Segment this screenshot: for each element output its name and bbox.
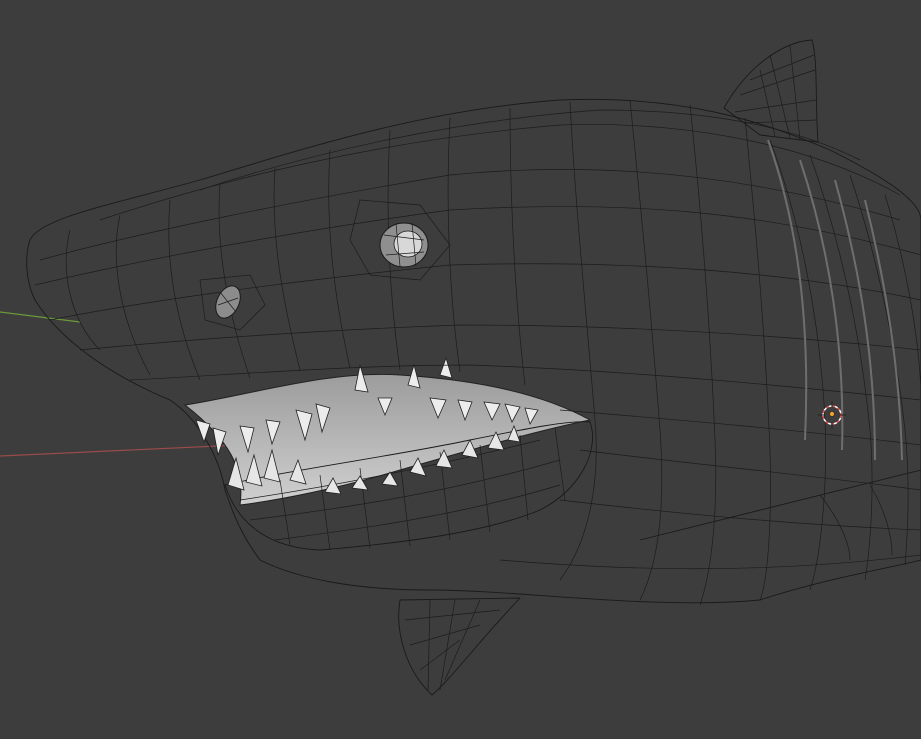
- pectoral-fin[interactable]: [398, 597, 521, 696]
- y-axis-line: [0, 311, 81, 323]
- wireframe-overlay: [34, 99, 921, 606]
- object-origin-icon: [829, 411, 835, 417]
- viewport-canvas[interactable]: [0, 0, 921, 739]
- shark-body[interactable]: [26, 98, 921, 604]
- eye[interactable]: [379, 222, 429, 268]
- dorsal-fin[interactable]: [723, 39, 819, 143]
- x-axis-line: [0, 444, 241, 457]
- belly-fold: [639, 469, 921, 561]
- nostril: [215, 285, 241, 319]
- gill-slits: [767, 139, 903, 461]
- 3d-viewport[interactable]: [0, 0, 921, 739]
